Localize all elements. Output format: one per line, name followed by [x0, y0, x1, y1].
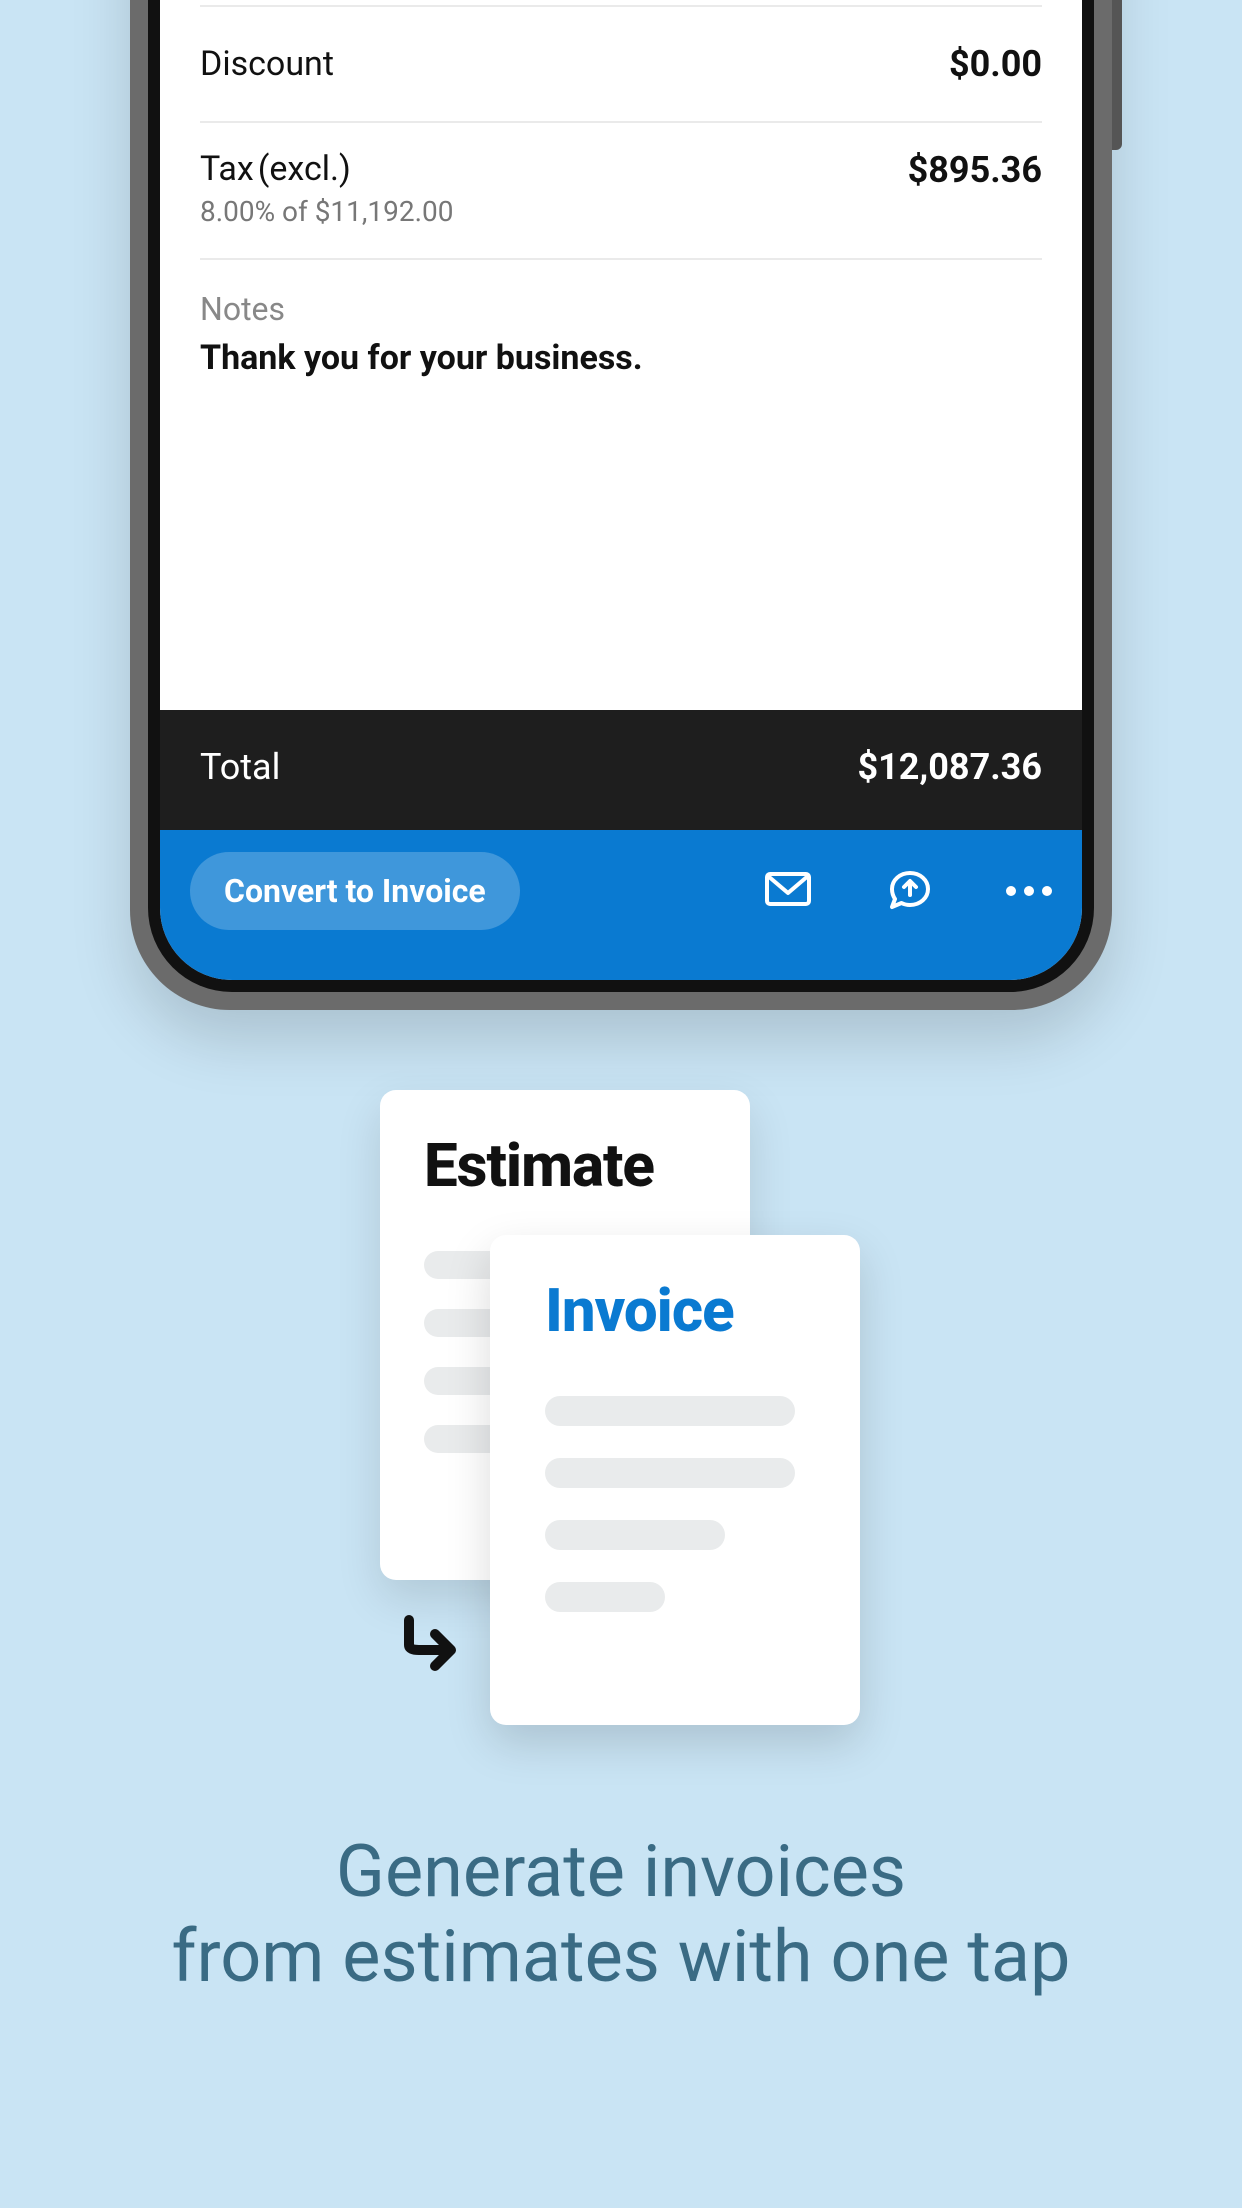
placeholder-line	[545, 1520, 725, 1550]
invoice-card-title: Invoice	[545, 1275, 805, 1346]
tax-value: $895.36	[908, 149, 1042, 191]
marketing-tagline: Generate invoices from estimates with on…	[0, 1830, 1242, 2000]
convert-to-invoice-button[interactable]: Convert to Invoice	[190, 852, 520, 930]
tax-row[interactable]: Tax (excl.) 8.00% of $11,192.00 $895.36	[200, 123, 1042, 260]
invoice-card: Invoice	[490, 1235, 860, 1725]
subtotal-row: Subtotal $11,192.00	[200, 0, 1042, 7]
placeholder-line	[545, 1458, 795, 1488]
more-button[interactable]	[1006, 886, 1052, 896]
message-button[interactable]	[884, 863, 936, 919]
tax-paren: (excl.)	[258, 149, 351, 189]
notes-label: Notes	[200, 290, 1042, 328]
phone-frame: 3 1 x $1,399.00 $1,399.00 Add Items	[130, 0, 1112, 1010]
total-label: Total	[200, 746, 280, 788]
notes-row[interactable]: Notes Thank you for your business.	[200, 260, 1042, 418]
screen: 3 1 x $1,399.00 $1,399.00 Add Items	[160, 0, 1082, 980]
tax-label: Tax	[200, 149, 254, 189]
phone-side-button	[1112, 0, 1122, 150]
marketing-line-2: from estimates with one tap	[120, 1915, 1122, 2000]
total-bar: Total $12,087.36	[160, 710, 1082, 830]
notes-text: Thank you for your business.	[200, 338, 1042, 378]
convert-arrow-icon	[395, 1610, 465, 1684]
total-value: $12,087.36	[857, 746, 1042, 788]
action-bar: Convert to Invoice	[160, 830, 1082, 980]
more-icon	[1006, 886, 1052, 896]
phone-bezel: 3 1 x $1,399.00 $1,399.00 Add Items	[148, 0, 1094, 992]
mail-icon	[762, 863, 814, 919]
chat-share-icon	[884, 863, 936, 919]
estimate-screen: 3 1 x $1,399.00 $1,399.00 Add Items	[160, 0, 1082, 980]
summary-card: Subtotal $11,192.00 Discount $0.00 Tax (…	[160, 0, 1082, 710]
tax-detail: 8.00% of $11,192.00	[200, 195, 453, 228]
placeholder-line	[545, 1396, 795, 1426]
estimate-invoice-illustration: Estimate Invoice	[380, 1090, 860, 1730]
estimate-card-title: Estimate	[424, 1130, 706, 1201]
discount-row[interactable]: Discount $0.00	[200, 7, 1042, 123]
discount-value: $0.00	[949, 43, 1042, 85]
marketing-line-1: Generate invoices	[120, 1830, 1122, 1915]
email-button[interactable]	[762, 863, 814, 919]
discount-label: Discount	[200, 44, 334, 84]
placeholder-line	[545, 1582, 665, 1612]
